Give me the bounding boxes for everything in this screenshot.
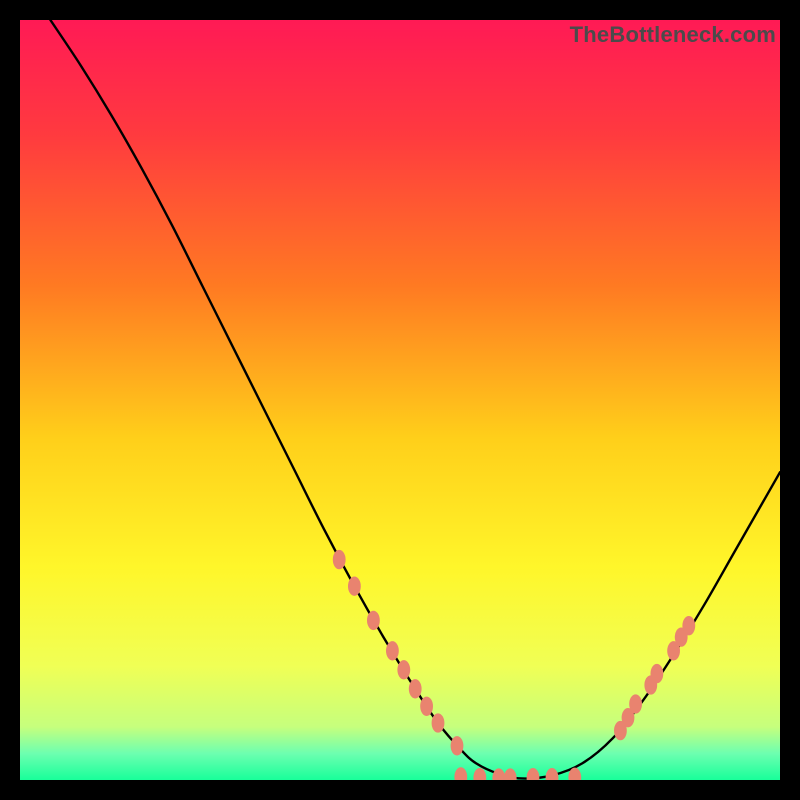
highlight-dot — [367, 611, 380, 630]
highlight-dot — [432, 713, 445, 732]
highlight-dot — [397, 660, 410, 679]
chart-frame: TheBottleneck.com — [20, 20, 780, 780]
highlight-dot — [682, 616, 695, 635]
highlight-dot — [420, 697, 433, 716]
highlight-dot — [409, 679, 422, 698]
bottleneck-chart — [20, 20, 780, 780]
highlight-dot — [333, 550, 346, 569]
highlight-dot — [348, 577, 361, 596]
highlight-dot — [629, 694, 642, 713]
highlight-dot — [650, 664, 663, 683]
watermark-text: TheBottleneck.com — [570, 22, 776, 48]
highlight-dot — [451, 736, 464, 755]
highlight-dot — [386, 641, 399, 660]
